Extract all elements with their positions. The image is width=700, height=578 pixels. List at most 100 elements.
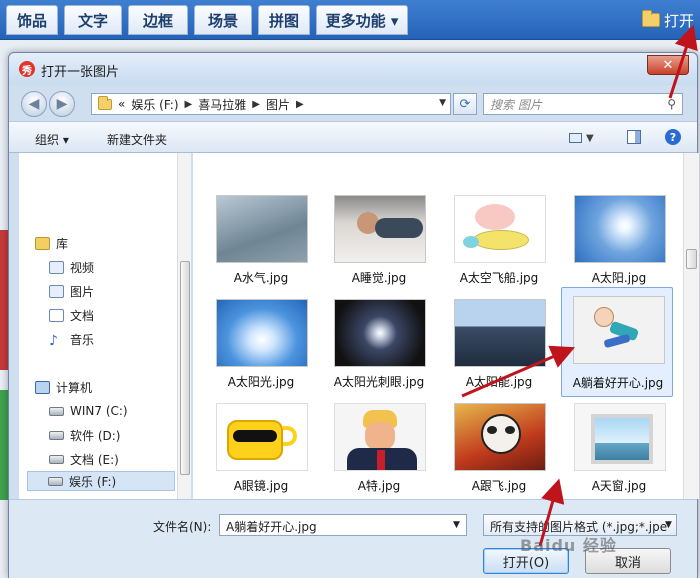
breadcrumb-folder[interactable]: 喜马拉雅 bbox=[198, 96, 246, 113]
open-label: 打开 bbox=[663, 11, 694, 30]
new-folder-button[interactable]: 新建文件夹 bbox=[107, 131, 167, 148]
music-icon: ♪ bbox=[49, 332, 58, 349]
file-name: A天窗.jpg bbox=[591, 479, 647, 493]
file-name: A跟飞.jpg bbox=[471, 479, 527, 493]
file-name: A特.jpg bbox=[357, 479, 401, 493]
nav-item-library[interactable]: 库 bbox=[35, 233, 195, 253]
change-view-button[interactable]: ▼ bbox=[569, 130, 605, 146]
file-item[interactable]: A水气.jpg bbox=[205, 189, 317, 293]
file-thumbnail bbox=[334, 299, 426, 367]
tab-scene[interactable]: 场景 bbox=[194, 5, 252, 35]
open-button[interactable]: 打开 bbox=[641, 8, 694, 32]
filename-input[interactable]: A躺着好开心.jpg bbox=[219, 514, 467, 536]
file-item[interactable]: A天窗.jpg bbox=[563, 397, 675, 499]
file-list-scrollbar[interactable] bbox=[683, 153, 699, 499]
app-toolbar: 饰品 文字 边框 场景 拼图 更多功能 ▾ 打开 bbox=[0, 0, 700, 40]
file-thumbnail bbox=[574, 403, 666, 471]
file-item-selected[interactable]: A躺着好开心.jpg bbox=[561, 287, 673, 397]
file-thumbnail bbox=[454, 195, 546, 263]
file-thumbnail bbox=[216, 299, 308, 367]
scrollbar-thumb[interactable] bbox=[686, 249, 697, 269]
address-overflow[interactable]: « bbox=[118, 97, 125, 111]
chevron-down-icon[interactable]: ▼ bbox=[453, 520, 460, 530]
view-icon bbox=[569, 133, 582, 143]
navigation-scrollbar[interactable] bbox=[177, 153, 191, 499]
arrow-right-icon: ▶ bbox=[56, 96, 68, 112]
tab-collage[interactable]: 拼图 bbox=[258, 5, 310, 35]
file-item[interactable]: A特.jpg bbox=[323, 397, 435, 499]
nav-item-label: 音乐 bbox=[70, 332, 95, 347]
tab-border[interactable]: 边框 bbox=[128, 5, 188, 35]
file-name: A睡觉.jpg bbox=[351, 271, 407, 285]
nav-item-label: 库 bbox=[56, 236, 69, 251]
nav-item-label: 软件 (D:) bbox=[70, 428, 121, 443]
file-item[interactable]: A跟飞.jpg bbox=[443, 397, 555, 499]
preview-pane-button[interactable] bbox=[627, 130, 641, 144]
file-item[interactable]: A眼镜.jpg bbox=[205, 397, 317, 499]
file-thumbnail bbox=[334, 195, 426, 263]
chevron-right-icon[interactable]: ▶ bbox=[185, 99, 193, 110]
library-icon bbox=[35, 236, 50, 250]
document-icon bbox=[49, 308, 64, 322]
folder-icon bbox=[641, 10, 660, 27]
nav-item-label: 视频 bbox=[70, 260, 95, 275]
close-button[interactable]: ✕ bbox=[647, 55, 689, 75]
command-bar: 组织 ▾ 新建文件夹 ▼ ? bbox=[9, 121, 697, 153]
file-list: A水气.jpg A睡觉.jpg A太空飞船.jpg A太阳.jpg A太阳光.j… bbox=[193, 153, 683, 499]
file-item[interactable]: A太阳.jpg bbox=[563, 189, 675, 293]
nav-item-label: 文档 (E:) bbox=[70, 452, 119, 467]
breadcrumb-current[interactable]: 图片 bbox=[266, 96, 290, 113]
nav-item-label: 文档 bbox=[70, 308, 95, 323]
computer-icon bbox=[35, 380, 50, 394]
file-thumbnail bbox=[454, 299, 546, 367]
file-name: A太阳能.jpg bbox=[465, 375, 533, 389]
video-icon bbox=[49, 260, 64, 274]
address-bar[interactable]: « 娱乐 (F:) ▶ 喜马拉雅 ▶ 图片 ▶ ▼ bbox=[91, 93, 451, 115]
arrow-left-icon: ◀ bbox=[28, 96, 40, 112]
file-item[interactable]: A太阳光刺眼.jpg bbox=[323, 293, 435, 397]
chevron-right-icon[interactable]: ▶ bbox=[252, 99, 260, 110]
organize-button[interactable]: 组织 ▾ bbox=[35, 131, 69, 148]
open-image-dialog: 秀 打开一张图片 ✕ ◀ ▶ « 娱乐 (F:) ▶ 喜马拉雅 ▶ 图片 ▶ ▼… bbox=[8, 52, 699, 578]
search-placeholder: 搜索 图片 bbox=[490, 97, 542, 112]
file-thumbnail bbox=[573, 296, 665, 364]
file-item[interactable]: A睡觉.jpg bbox=[323, 189, 435, 293]
back-button[interactable]: ◀ bbox=[21, 91, 47, 117]
watermark: Baidu 经验 bbox=[520, 536, 617, 555]
file-item[interactable]: A太空飞船.jpg bbox=[443, 189, 555, 293]
file-name: A太阳光刺眼.jpg bbox=[333, 375, 425, 389]
search-icon: ⚲ bbox=[667, 97, 676, 111]
dialog-title: 打开一张图片 bbox=[41, 65, 120, 80]
picture-icon bbox=[49, 284, 64, 298]
nav-item-drive-f[interactable]: 娱乐 (F:) bbox=[27, 471, 175, 491]
help-button[interactable]: ? bbox=[665, 129, 681, 145]
drive-icon bbox=[49, 430, 64, 440]
refresh-button[interactable]: ⟳ bbox=[453, 93, 477, 115]
file-name: A躺着好开心.jpg bbox=[572, 376, 664, 390]
nav-item-label: 计算机 bbox=[56, 380, 93, 395]
filename-label: 文件名(N): bbox=[153, 520, 212, 534]
tab-more-features[interactable]: 更多功能 ▾ bbox=[316, 5, 408, 35]
refresh-icon: ⟳ bbox=[459, 96, 471, 112]
breadcrumb-drive[interactable]: 娱乐 (F:) bbox=[131, 96, 178, 113]
navigation-row: ◀ ▶ « 娱乐 (F:) ▶ 喜马拉雅 ▶ 图片 ▶ ▼ ⟳ 搜索 图片 ⚲ bbox=[9, 85, 697, 121]
file-thumbnail bbox=[216, 195, 308, 263]
file-item[interactable]: A太阳光.jpg bbox=[205, 293, 317, 397]
drive-icon bbox=[49, 454, 64, 464]
navigation-pane: 库 视频 图片 文档 ♪ 音乐 计算机 WIN7 (C:) 软件 (D:) 文档 … bbox=[19, 153, 191, 499]
file-item[interactable]: A太阳能.jpg bbox=[443, 293, 555, 397]
drive-icon bbox=[48, 476, 63, 486]
drive-icon bbox=[49, 406, 64, 416]
forward-button[interactable]: ▶ bbox=[49, 91, 75, 117]
chevron-right-icon[interactable]: ▶ bbox=[296, 99, 304, 110]
chevron-down-icon[interactable]: ▼ bbox=[665, 520, 672, 530]
address-dropdown-icon[interactable]: ▼ bbox=[439, 98, 446, 108]
nav-item-label: WIN7 (C:) bbox=[70, 404, 128, 418]
tab-text[interactable]: 文字 bbox=[64, 5, 122, 35]
nav-item-computer[interactable]: 计算机 bbox=[35, 377, 195, 397]
tab-decorations[interactable]: 饰品 bbox=[6, 5, 58, 35]
scrollbar-thumb[interactable] bbox=[180, 261, 190, 475]
search-input[interactable]: 搜索 图片 ⚲ bbox=[483, 93, 683, 115]
chevron-down-icon: ▼ bbox=[586, 132, 594, 144]
file-thumbnail bbox=[216, 403, 308, 471]
